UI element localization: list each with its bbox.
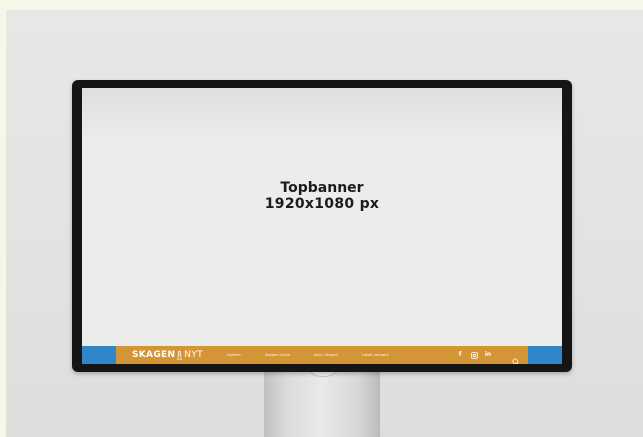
nav-link-jobs[interactable]: Jobs i Skagen — [314, 353, 338, 357]
skagen-nyt-logo[interactable]: SKAGEN NYT — [132, 350, 203, 360]
search-icon[interactable] — [512, 351, 520, 364]
monitor-bezel: Topbanner 1920x1080 px SKAGEN NYT Agteli… — [72, 80, 572, 372]
screen-shade — [82, 88, 562, 144]
monitor-stand — [264, 368, 380, 437]
nav-link-agtelier[interactable]: Agtelier — [227, 353, 241, 357]
facebook-icon[interactable]: f — [456, 351, 464, 359]
topbanner-placeholder: Topbanner 1920x1080 px — [82, 180, 562, 212]
footer-nav: Agtelier Skagen Guide Jobs i Skagen Loka… — [227, 353, 413, 357]
nav-link-skagen-guide[interactable]: Skagen Guide — [265, 353, 290, 357]
social-links: f in — [456, 346, 492, 364]
logo-text-skagen: SKAGEN — [132, 350, 176, 360]
placeholder-size: 1920x1080 px — [264, 196, 380, 212]
footer-blue-block-right — [528, 346, 562, 364]
nav-link-lokalt-netvaerk[interactable]: Lokalt netværk — [362, 353, 389, 357]
placeholder-title: Topbanner — [280, 180, 364, 196]
instagram-icon[interactable] — [470, 351, 478, 359]
linkedin-icon[interactable]: in — [484, 351, 492, 359]
lighthouse-icon — [176, 350, 183, 360]
monitor-screen: Topbanner 1920x1080 px SKAGEN NYT Agteli… — [82, 88, 562, 364]
mockup-scene: Topbanner 1920x1080 px SKAGEN NYT Agteli… — [6, 10, 643, 437]
footer-blue-block-left — [82, 346, 116, 364]
logo-text-nyt: NYT — [184, 350, 203, 360]
site-footer-bar: SKAGEN NYT Agtelier Skagen Guide Jobs i … — [82, 346, 562, 364]
footer-orange-bar: SKAGEN NYT Agtelier Skagen Guide Jobs i … — [116, 346, 528, 364]
